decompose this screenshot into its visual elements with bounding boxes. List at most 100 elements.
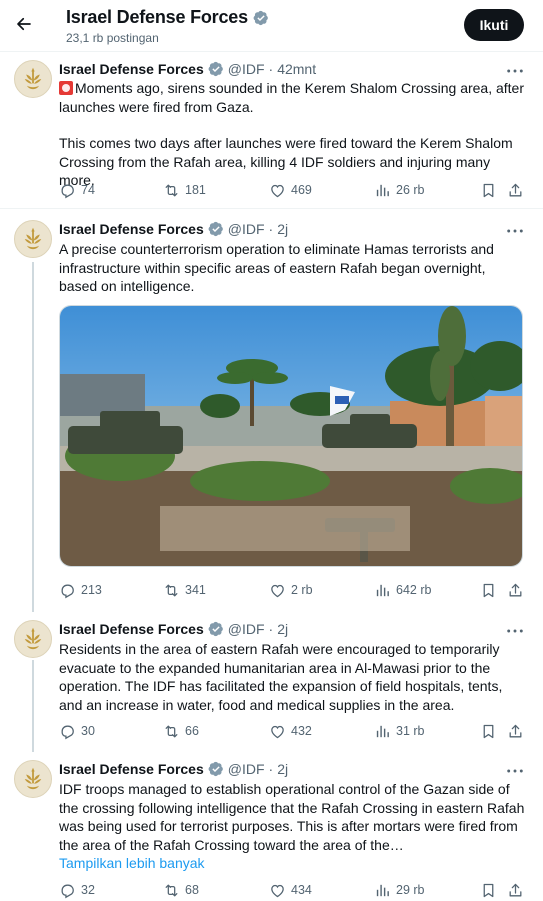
views-icon (374, 582, 391, 599)
author-name[interactable]: Israel Defense Forces (59, 761, 204, 777)
view-count: 31 rb (396, 724, 425, 738)
reply-button[interactable]: 32 (59, 880, 95, 900)
share-button[interactable] (507, 721, 524, 741)
idf-emblem-icon (18, 764, 48, 794)
like-icon (269, 582, 286, 599)
avatar[interactable] (14, 60, 52, 98)
more-icon (506, 628, 524, 634)
post-actions: 32 68 434 29 rb (59, 880, 525, 900)
verified-badge-icon (208, 221, 224, 237)
post-meta: Israel Defense Forces @IDF · 2j (59, 761, 288, 777)
separator-dot: · (268, 621, 274, 637)
verified-badge-icon (253, 10, 269, 26)
back-arrow-icon (17, 17, 31, 31)
post-time[interactable]: 42mnt (277, 61, 316, 77)
avatar[interactable] (14, 760, 52, 798)
follow-button[interactable]: Ikuti (464, 9, 524, 41)
author-name[interactable]: Israel Defense Forces (59, 221, 204, 237)
repost-button[interactable]: 68 (163, 880, 199, 900)
reply-icon (59, 723, 76, 740)
views-icon (374, 882, 391, 899)
show-more-link[interactable]: Tampilkan lebih banyak (59, 854, 525, 873)
post-time[interactable]: 2j (277, 621, 288, 637)
profile-header: Israel Defense Forces 23,1 rb postingan … (0, 0, 543, 50)
back-button[interactable] (10, 10, 38, 38)
bookmark-button[interactable] (480, 580, 497, 600)
post-text: Residents in the area of eastern Rafah w… (59, 641, 503, 713)
post-actions: 30 66 432 31 rb (59, 721, 525, 741)
repost-icon (163, 182, 180, 199)
more-button[interactable] (505, 224, 525, 238)
views-button[interactable]: 26 rb (374, 180, 425, 200)
views-button[interactable]: 642 rb (374, 580, 431, 600)
views-button[interactable]: 29 rb (374, 880, 425, 900)
post-time[interactable]: 2j (277, 761, 288, 777)
share-button[interactable] (507, 580, 524, 600)
share-button[interactable] (507, 180, 524, 200)
header-title-row: Israel Defense Forces (66, 7, 269, 28)
more-icon (506, 768, 524, 774)
view-count: 26 rb (396, 183, 425, 197)
reply-icon (59, 882, 76, 899)
post-text: A precise counterterrorism operation to … (59, 241, 494, 294)
post-2[interactable]: Israel Defense Forces @IDF · 2j A precis… (0, 209, 543, 609)
reply-count: 30 (81, 724, 95, 738)
rafah-crossing-photo (60, 306, 522, 566)
bookmark-button[interactable] (480, 721, 497, 741)
separator-dot: · (268, 221, 274, 237)
idf-emblem-icon (18, 64, 48, 94)
share-button[interactable] (507, 880, 524, 900)
like-button[interactable]: 432 (269, 721, 312, 741)
post-3[interactable]: Israel Defense Forces @IDF · 2j Resident… (0, 609, 543, 749)
post-meta: Israel Defense Forces @IDF · 2j (59, 621, 288, 637)
verified-badge-icon (208, 761, 224, 777)
bookmark-icon (480, 182, 497, 199)
reply-count: 213 (81, 583, 102, 597)
views-button[interactable]: 31 rb (374, 721, 425, 741)
bookmark-icon (480, 582, 497, 599)
post-meta: Israel Defense Forces @IDF · 2j (59, 221, 288, 237)
author-name[interactable]: Israel Defense Forces (59, 621, 204, 637)
like-icon (269, 723, 286, 740)
like-icon (269, 882, 286, 899)
more-button[interactable] (505, 624, 525, 638)
repost-button[interactable]: 341 (163, 580, 206, 600)
avatar[interactable] (14, 220, 52, 258)
post-meta: Israel Defense Forces @IDF · 42mnt (59, 61, 316, 77)
reply-button[interactable]: 30 (59, 721, 95, 741)
author-handle[interactable]: @IDF (228, 61, 265, 77)
bookmark-button[interactable] (480, 180, 497, 200)
reply-button[interactable]: 213 (59, 580, 102, 600)
repost-count: 68 (185, 883, 199, 897)
post-text-paragraph: Moments ago, sirens sounded in the Kerem… (59, 80, 525, 115)
author-handle[interactable]: @IDF (228, 761, 265, 777)
repost-button[interactable]: 66 (163, 721, 199, 741)
post-1[interactable]: Israel Defense Forces @IDF · 42mnt Momen… (0, 52, 543, 207)
bookmark-icon (480, 882, 497, 899)
view-count: 642 rb (396, 583, 432, 597)
reply-count: 32 (81, 883, 95, 897)
bookmark-icon (480, 723, 497, 740)
more-button[interactable] (505, 764, 525, 778)
author-handle[interactable]: @IDF (228, 621, 265, 637)
post-4[interactable]: Israel Defense Forces @IDF · 2j IDF troo… (0, 749, 543, 901)
avatar[interactable] (14, 620, 52, 658)
views-icon (374, 182, 391, 199)
reply-button[interactable]: 74 (59, 180, 95, 200)
post-time[interactable]: 2j (277, 221, 288, 237)
like-count: 469 (291, 183, 312, 197)
share-icon (507, 723, 524, 740)
siren-emoji-icon (59, 81, 73, 95)
post-image[interactable] (59, 305, 523, 567)
reply-icon (59, 582, 76, 599)
like-button[interactable]: 469 (269, 180, 312, 200)
like-button[interactable]: 2 rb (269, 580, 313, 600)
like-button[interactable]: 434 (269, 880, 312, 900)
more-button[interactable] (505, 64, 525, 78)
repost-button[interactable]: 181 (163, 180, 206, 200)
idf-emblem-icon (18, 624, 48, 654)
author-name[interactable]: Israel Defense Forces (59, 61, 204, 77)
bookmark-button[interactable] (480, 880, 497, 900)
author-handle[interactable]: @IDF (228, 221, 265, 237)
share-icon (507, 182, 524, 199)
